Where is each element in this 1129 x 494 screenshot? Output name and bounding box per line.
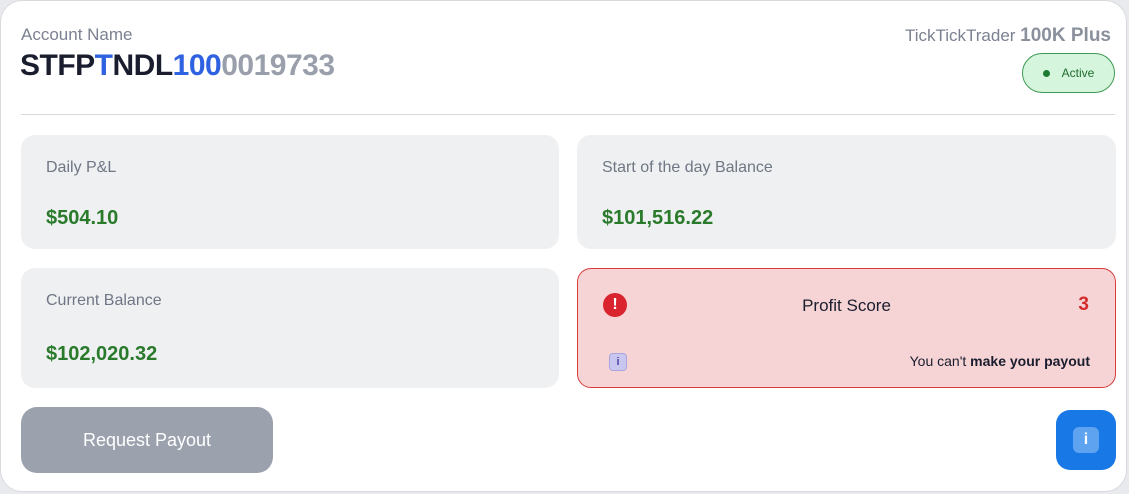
account-card: Account Name STFPTNDL1000019733 TickTick… [0,0,1127,492]
status-badge: Active [1022,53,1115,93]
daily-pnl-card: Daily P&L $504.10 [21,135,559,249]
request-payout-button[interactable]: Request Payout [21,407,273,473]
current-balance-value: $102,020.32 [46,343,158,365]
payout-eligibility-message: You can't make your payout [910,353,1090,369]
account-id-part: NDL [112,49,174,82]
profit-score-card: ! Profit Score 3 i You can't make your p… [577,268,1116,388]
plan-tier: 100K Plus [1020,25,1111,46]
account-name-label: Account Name [21,25,133,44]
daily-pnl-value: $504.10 [46,207,119,229]
start-balance-card: Start of the day Balance $101,516.22 [577,135,1116,249]
info-button[interactable]: i [1056,410,1116,470]
divider [21,114,1115,115]
daily-pnl-label: Daily P&L [46,159,117,176]
start-balance-value: $101,516.22 [602,207,714,229]
status-dot-icon [1042,69,1050,77]
message-prefix: You can't [909,353,971,369]
status-label: Active [1061,66,1095,80]
info-icon: i [1073,427,1099,453]
plan-name: TickTickTrader 100K Plus [905,25,1111,47]
profit-score-value: 3 [1078,294,1089,315]
profit-score-title: Profit Score [802,296,891,315]
account-id-part: T [94,49,113,82]
account-id: STFPTNDL1000019733 [20,49,335,83]
start-balance-label: Start of the day Balance [602,159,773,176]
message-emphasis: make your payout [970,353,1090,369]
current-balance-card: Current Balance $102,020.32 [21,268,559,388]
account-id-part: STFP [20,49,95,82]
account-id-part: 0019733 [221,49,335,82]
current-balance-label: Current Balance [46,292,162,309]
account-id-part: 100 [172,49,222,82]
provider-name: TickTickTrader [904,26,1016,45]
info-icon[interactable]: i [609,353,627,371]
